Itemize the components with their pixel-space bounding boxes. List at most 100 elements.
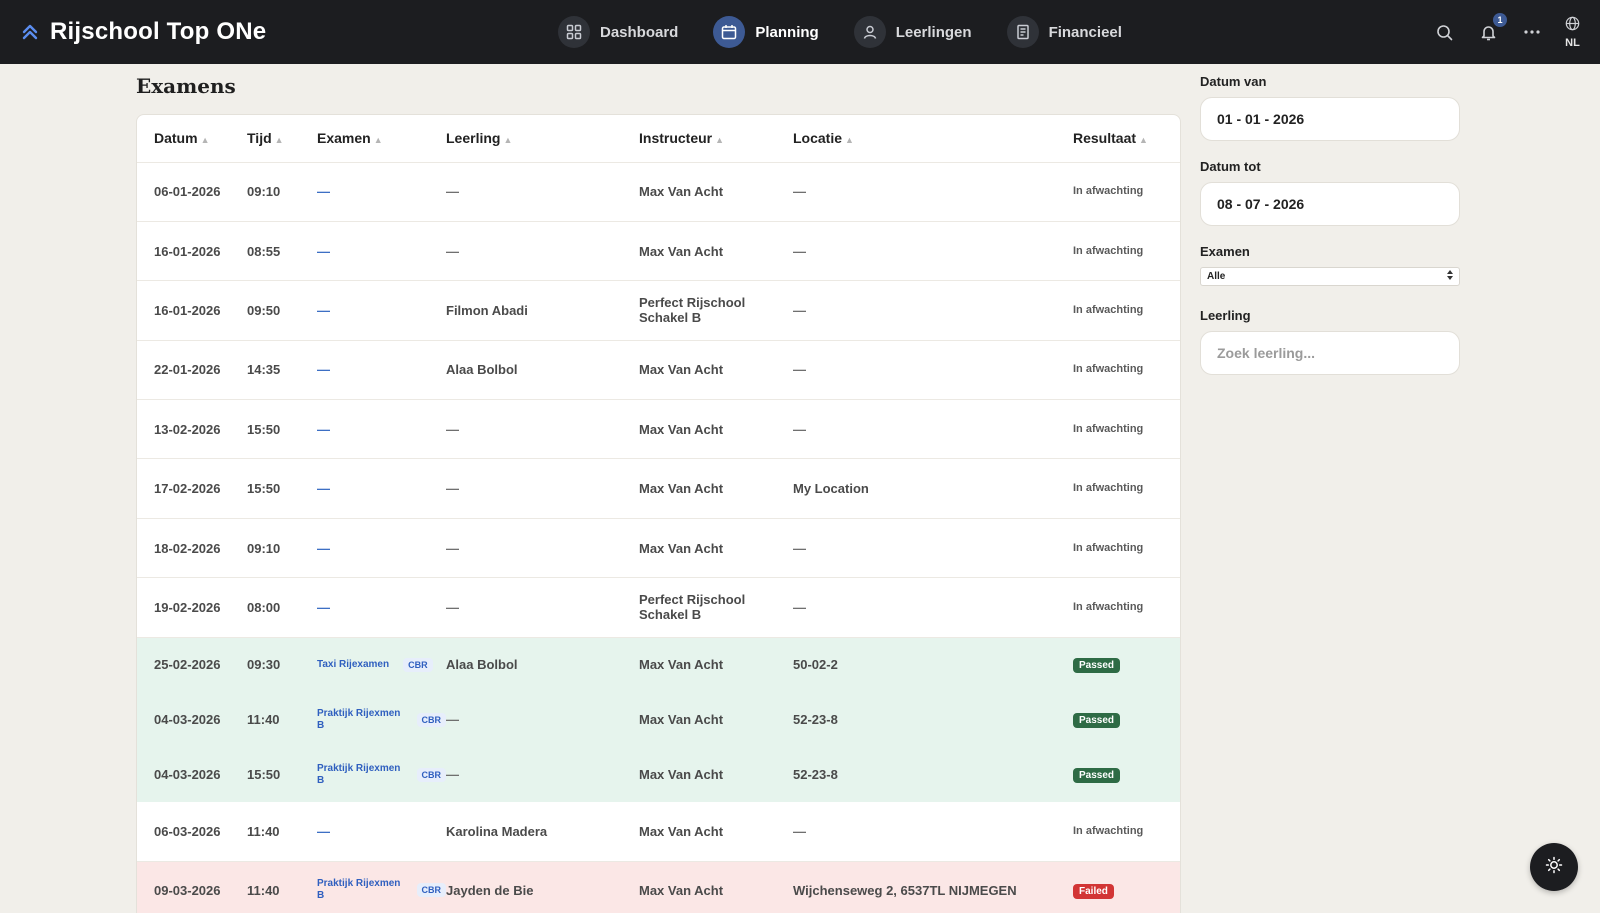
datum-tot-value: 08 - 07 - 2026 (1217, 196, 1305, 212)
exam-empty: — (317, 184, 330, 200)
column-header-datum[interactable]: Datum ▲ (137, 115, 247, 163)
table-body: 06-01-2026 09:10— — Max Van Acht — In afwacht… (137, 162, 1180, 913)
exam-info: Praktijk Rijexmen B CBR (317, 878, 446, 902)
cell-datum: 18-02-2026 (137, 518, 247, 579)
cell-tijd: 09:10 (247, 162, 317, 222)
leerling-name: — (446, 767, 459, 783)
leerling-search-input[interactable]: Zoek leerling... (1200, 331, 1460, 375)
exam-empty: — (317, 481, 330, 497)
exam-name-link[interactable]: Taxi Rijexamen (317, 659, 389, 671)
nav-item-dashboard[interactable]: Dashboard (558, 16, 678, 48)
cell-resultaat: In afwachting (1073, 221, 1180, 282)
cell-instructeur: Max Van Acht (639, 637, 793, 693)
datum-tot-input[interactable]: 08 - 07 - 2026 (1200, 182, 1460, 226)
result-pending-text: In afwachting (1073, 541, 1144, 554)
table-row[interactable]: 16-01-2026 09:50— Filmon Abadi Perfect Rijs… (137, 280, 1180, 341)
cell-instructeur: Max Van Acht (639, 802, 793, 863)
datum-van-input[interactable]: 01 - 01 - 2026 (1200, 97, 1460, 141)
cbr-badge: CBR (416, 767, 446, 782)
column-header-tijd[interactable]: Tijd ▲ (247, 115, 317, 163)
table-row[interactable]: 19-02-2026 08:00— — Perfect Rijschool Schak… (137, 577, 1180, 638)
locatie-value: 50-02-2 (793, 657, 838, 673)
cell-examen: — (317, 802, 446, 863)
sort-icon: ▲ (200, 135, 210, 146)
main-nav: Dashboard Planning Leerlingen Financieel (558, 0, 1122, 64)
column-header-locatie[interactable]: Locatie ▲ (793, 115, 1073, 163)
cell-examen: Taxi Rijexamen CBR (317, 637, 446, 693)
cell-datum: 09-03-2026 (137, 861, 247, 913)
table-row[interactable]: 06-03-2026 11:40— Karolina Madera Max Van A… (137, 802, 1180, 863)
table-row[interactable]: 17-02-2026 15:50— — Max Van Acht My Location… (137, 458, 1180, 519)
cell-resultaat: Passed (1073, 637, 1180, 693)
cell-instructeur: Max Van Acht (639, 692, 793, 748)
nav-label: Planning (755, 23, 819, 41)
leerling-name: — (446, 243, 459, 259)
exam-name-link[interactable]: Praktijk Rijexmen B (317, 763, 403, 787)
more-icon[interactable] (1521, 21, 1543, 43)
datum-tot-label: Datum tot (1200, 159, 1261, 174)
table-row[interactable]: 04-03-2026 15:50 Praktijk Rijexmen B CBR — Ma… (137, 747, 1180, 803)
table-row[interactable]: 09-03-2026 11:40 Praktijk Rijexmen B CBR Jay… (137, 861, 1180, 913)
header-label: Leerling (446, 130, 501, 147)
table-row[interactable]: 06-01-2026 09:10— — Max Van Acht — In afwacht… (137, 162, 1180, 222)
column-header-leerling[interactable]: Leerling ▲ (446, 115, 639, 163)
exam-empty: — (317, 362, 330, 378)
exam-empty: — (317, 540, 330, 556)
cell-locatie: — (793, 518, 1073, 579)
table-row[interactable]: 18-02-2026 09:10— — Max Van Acht — In afwacht… (137, 518, 1180, 579)
cell-instructeur: Max Van Acht (639, 340, 793, 401)
status-badge: Passed (1073, 658, 1121, 674)
cell-tijd: 09:10 (247, 518, 317, 579)
cell-instructeur: Max Van Acht (639, 399, 793, 460)
cell-resultaat: In afwachting (1073, 577, 1180, 638)
leerling-name: — (446, 421, 459, 437)
result-pending-text: In afwachting (1073, 363, 1144, 376)
cell-examen: — (317, 399, 446, 460)
nav-item-planning[interactable]: Planning (713, 16, 819, 48)
table-row[interactable]: 25-02-2026 09:30 Taxi Rijexamen CBR Alaa Bol… (137, 637, 1180, 693)
exam-empty: — (317, 302, 330, 318)
cell-locatie: — (793, 280, 1073, 341)
cell-leerling: Alaa Bolbol (446, 637, 639, 693)
cell-examen: Praktijk Rijexmen B CBR (317, 747, 446, 803)
theme-toggle-button[interactable] (1530, 843, 1578, 891)
exam-empty: — (317, 243, 330, 259)
nav-label: Dashboard (600, 23, 679, 41)
notification-badge: 1 (1493, 13, 1507, 27)
column-header-resultaat[interactable]: Resultaat ▲ (1073, 115, 1180, 163)
exam-empty: — (317, 824, 330, 840)
cell-examen: Praktijk Rijexmen B CBR (317, 692, 446, 748)
column-header-examen[interactable]: Examen ▲ (317, 115, 446, 163)
cell-datum: 04-03-2026 (137, 692, 247, 748)
language-switcher[interactable]: NL (1565, 16, 1580, 49)
cell-leerling: — (446, 162, 639, 222)
page-title: Examens (136, 74, 236, 98)
header-label: Locatie (793, 130, 843, 147)
table-row[interactable]: 04-03-2026 11:40 Praktijk Rijexmen B CBR — Ma… (137, 692, 1180, 748)
cell-instructeur: Max Van Acht (639, 861, 793, 913)
bell-icon[interactable]: 1 (1477, 13, 1507, 43)
column-header-instructeur[interactable]: Instructeur ▲ (639, 115, 793, 163)
cell-instructeur: Perfect Rijschool Schakel B (639, 577, 793, 638)
exam-name-link[interactable]: Praktijk Rijexmen B (317, 708, 403, 732)
cell-instructeur: Max Van Acht (639, 221, 793, 282)
search-icon[interactable] (1433, 21, 1455, 43)
cell-datum: 06-03-2026 (137, 802, 247, 863)
brand[interactable]: Rijschool Top ONe (20, 0, 266, 64)
cell-instructeur: Max Van Acht (639, 518, 793, 579)
examen-select[interactable]: Alle (1200, 267, 1460, 286)
locatie-value: — (793, 421, 806, 437)
table-row[interactable]: 13-02-2026 15:50— — Max Van Acht — In afwacht… (137, 399, 1180, 460)
table-row[interactable]: 22-01-2026 14:35— Alaa Bolbol Max Van Acht —… (137, 340, 1180, 401)
exam-name-link[interactable]: Praktijk Rijexmen B (317, 878, 403, 902)
datum-van-label: Datum van (1200, 74, 1267, 89)
nav-item-leerlingen[interactable]: Leerlingen (853, 16, 972, 48)
leerling-name: Alaa Bolbol (446, 657, 518, 673)
result-pending-text: In afwachting (1073, 482, 1144, 495)
sort-icon: ▲ (845, 135, 854, 146)
cell-locatie: — (793, 399, 1073, 460)
cell-datum: 19-02-2026 (137, 577, 247, 638)
header-label: Instructeur (639, 130, 713, 147)
table-row[interactable]: 16-01-2026 08:55— — Max Van Acht — In afwacht… (137, 221, 1180, 282)
nav-item-financieel[interactable]: Financieel (1006, 16, 1122, 48)
